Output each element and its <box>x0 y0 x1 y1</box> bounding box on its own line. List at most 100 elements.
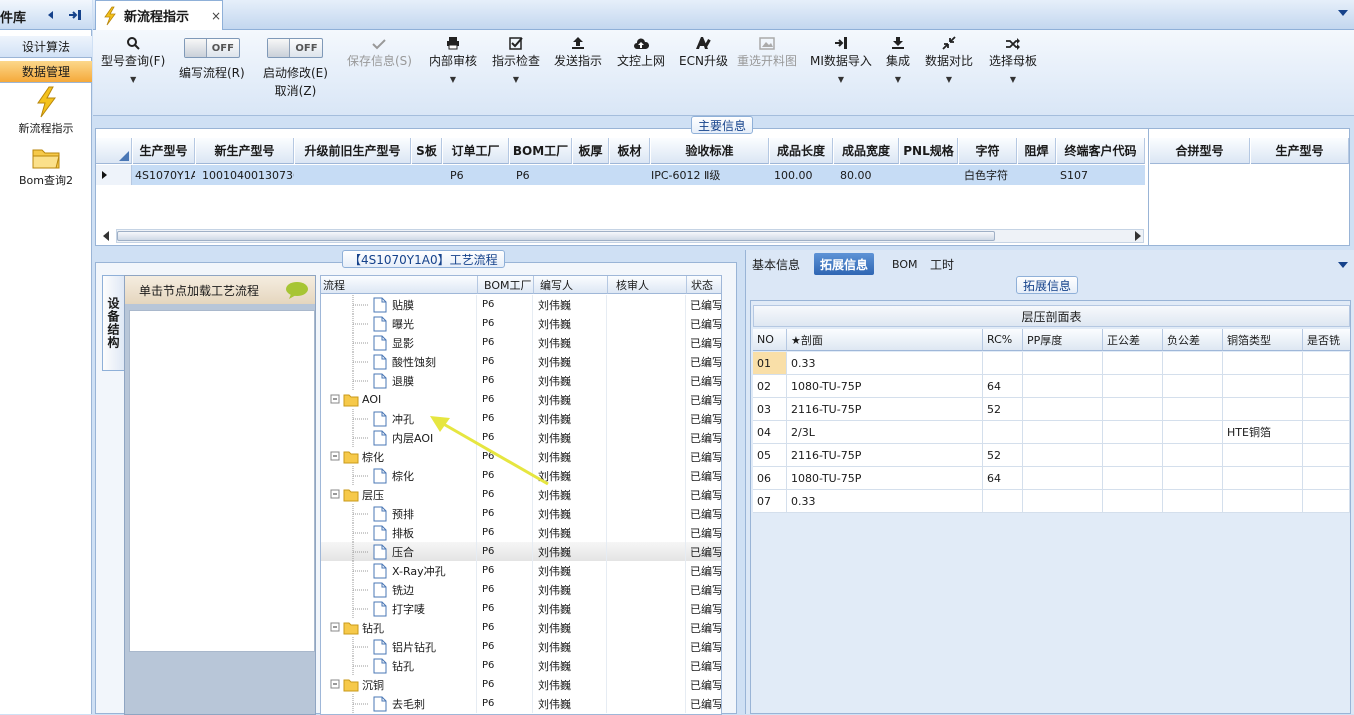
reviewer-cell[interactable] <box>608 466 686 485</box>
bom-cell[interactable]: P6 <box>478 485 533 504</box>
minus-tol-cell[interactable] <box>1163 467 1223 489</box>
flow-cell[interactable]: 去毛刺 <box>321 694 477 713</box>
bom-cell[interactable]: P6 <box>478 390 533 409</box>
col-header-status[interactable]: 状态 <box>687 276 721 294</box>
col-header-side-model[interactable]: 生产型号 <box>1251 138 1349 164</box>
plus-tol-cell[interactable] <box>1103 352 1163 374</box>
tree-row[interactable]: 预排 P6 刘伟巍 已编写 <box>321 504 721 523</box>
scroll-right-icon[interactable] <box>1134 231 1142 241</box>
reviewer-cell[interactable] <box>608 694 686 713</box>
minus-tol-cell[interactable] <box>1163 421 1223 443</box>
bom-cell[interactable]: P6 <box>478 295 533 314</box>
flow-cell[interactable]: 打字唛 <box>321 599 477 618</box>
tree-row[interactable]: AOI P6 刘伟巍 已编写 <box>321 390 721 409</box>
col-header-writer[interactable]: 编写人 <box>534 276 608 294</box>
tree-row[interactable]: 铝片钻孔 P6 刘伟巍 已编写 <box>321 637 721 656</box>
flow-cell[interactable]: 酸性蚀刻 <box>321 352 477 371</box>
plus-tol-cell[interactable] <box>1103 375 1163 397</box>
no-cell[interactable]: 03 <box>753 398 787 420</box>
edit-flow-toggle[interactable]: OFF 编写流程(R) <box>179 30 245 114</box>
reviewer-cell[interactable] <box>608 295 686 314</box>
tree-row[interactable]: 层压 P6 刘伟巍 已编写 <box>321 485 721 504</box>
reviewer-cell[interactable] <box>608 561 686 580</box>
milling-cell[interactable] <box>1303 352 1350 374</box>
cell-length[interactable]: 100.00 <box>772 165 832 185</box>
status-cell[interactable]: 已编写 <box>687 504 721 523</box>
bom-cell[interactable]: P6 <box>478 675 533 694</box>
reviewer-cell[interactable] <box>608 447 686 466</box>
reviewer-cell[interactable] <box>608 409 686 428</box>
section-cell[interactable]: 1080-TU-75P <box>787 467 983 489</box>
flow-cell[interactable]: 曝光 <box>321 314 477 333</box>
col-header-reviewer[interactable]: 核审人 <box>608 276 687 294</box>
writer-cell[interactable]: 刘伟巍 <box>534 694 607 713</box>
tree-row[interactable]: 钻孔 P6 刘伟巍 已编写 <box>321 618 721 637</box>
layer-row[interactable]: 07 0.33 <box>753 490 1350 513</box>
reviewer-cell[interactable] <box>608 599 686 618</box>
cell-customer[interactable]: S107 <box>1058 165 1138 185</box>
copper-type-cell[interactable]: HTE铜箔 <box>1223 421 1303 443</box>
col-header-customer[interactable]: 终端客户代码 <box>1057 138 1145 164</box>
bom-cell[interactable]: P6 <box>478 561 533 580</box>
pp-thickness-cell[interactable] <box>1023 490 1103 512</box>
col-header-char[interactable]: 字符 <box>959 138 1017 164</box>
copper-type-cell[interactable] <box>1223 375 1303 397</box>
status-cell[interactable]: 已编写 <box>687 656 721 675</box>
pp-thickness-cell[interactable] <box>1023 352 1103 374</box>
milling-cell[interactable] <box>1303 490 1350 512</box>
reviewer-cell[interactable] <box>608 390 686 409</box>
no-cell[interactable]: 02 <box>753 375 787 397</box>
bom-cell[interactable]: P6 <box>478 504 533 523</box>
copper-type-cell[interactable] <box>1223 398 1303 420</box>
status-cell[interactable]: 已编写 <box>687 561 721 580</box>
col-header-bom[interactable]: BOM工厂 <box>478 276 534 294</box>
reviewer-cell[interactable] <box>608 523 686 542</box>
plus-tol-cell[interactable] <box>1103 467 1163 489</box>
status-cell[interactable]: 已编写 <box>687 333 721 352</box>
flow-cell[interactable]: 排板 <box>321 523 477 542</box>
tree-row[interactable]: 退膜 P6 刘伟巍 已编写 <box>321 371 721 390</box>
rc-cell[interactable] <box>983 421 1023 443</box>
col-header-pp-thickness[interactable]: PP厚度 <box>1023 329 1103 351</box>
cell-order-factory[interactable]: P6 <box>448 165 508 185</box>
copper-type-cell[interactable] <box>1223 490 1303 512</box>
col-header-old-model[interactable]: 升级前旧生产型号 <box>295 138 411 164</box>
cell-bom-factory[interactable]: P6 <box>514 165 570 185</box>
flow-cell[interactable]: 沉铜 <box>321 675 477 694</box>
status-cell[interactable]: 已编写 <box>687 466 721 485</box>
row-selector[interactable] <box>96 165 132 185</box>
tree-row[interactable]: 曝光 P6 刘伟巍 已编写 <box>321 314 721 333</box>
col-header-width[interactable]: 成品宽度 <box>834 138 899 164</box>
writer-cell[interactable]: 刘伟巍 <box>534 295 607 314</box>
bom-cell[interactable]: P6 <box>478 599 533 618</box>
plus-tol-cell[interactable] <box>1103 398 1163 420</box>
internal-review-button[interactable]: 内部审核 ▼ <box>429 30 477 114</box>
reviewer-cell[interactable] <box>608 428 686 447</box>
toggle-switch[interactable]: OFF <box>183 38 240 58</box>
category-design-algorithm[interactable]: 设计算法 <box>0 36 92 58</box>
reviewer-cell[interactable] <box>608 504 686 523</box>
layer-row[interactable]: 03 2116-TU-75P 52 <box>753 398 1350 421</box>
send-instruction-button[interactable]: 发送指示 <box>554 30 602 114</box>
toggle-switch[interactable]: OFF <box>267 38 324 58</box>
collapse-left-button[interactable] <box>42 6 60 24</box>
collapse-toggle-icon[interactable] <box>329 485 341 504</box>
minus-tol-cell[interactable] <box>1163 490 1223 512</box>
col-header-flow[interactable]: 流程 <box>321 276 478 294</box>
tree-row[interactable]: 打字唛 P6 刘伟巍 已编写 <box>321 599 721 618</box>
layer-row[interactable]: 02 1080-TU-75P 64 <box>753 375 1350 398</box>
tree-row[interactable]: 酸性蚀刻 P6 刘伟巍 已编写 <box>321 352 721 371</box>
pp-thickness-cell[interactable] <box>1023 444 1103 466</box>
tree-row[interactable]: 贴膜 P6 刘伟巍 已编写 <box>321 295 721 314</box>
status-cell[interactable]: 已编写 <box>687 694 721 713</box>
reviewer-cell[interactable] <box>608 542 686 561</box>
writer-cell[interactable]: 刘伟巍 <box>534 675 607 694</box>
scroll-left-icon[interactable] <box>102 231 110 241</box>
no-cell[interactable]: 06 <box>753 467 787 489</box>
collapse-toggle-icon[interactable] <box>329 618 341 637</box>
flow-cell[interactable]: 压合 <box>321 542 477 561</box>
writer-cell[interactable]: 刘伟巍 <box>534 352 607 371</box>
cell-model[interactable]: 4S1070Y1A0 <box>133 165 195 185</box>
pin-button[interactable] <box>66 6 84 24</box>
status-cell[interactable]: 已编写 <box>687 599 721 618</box>
